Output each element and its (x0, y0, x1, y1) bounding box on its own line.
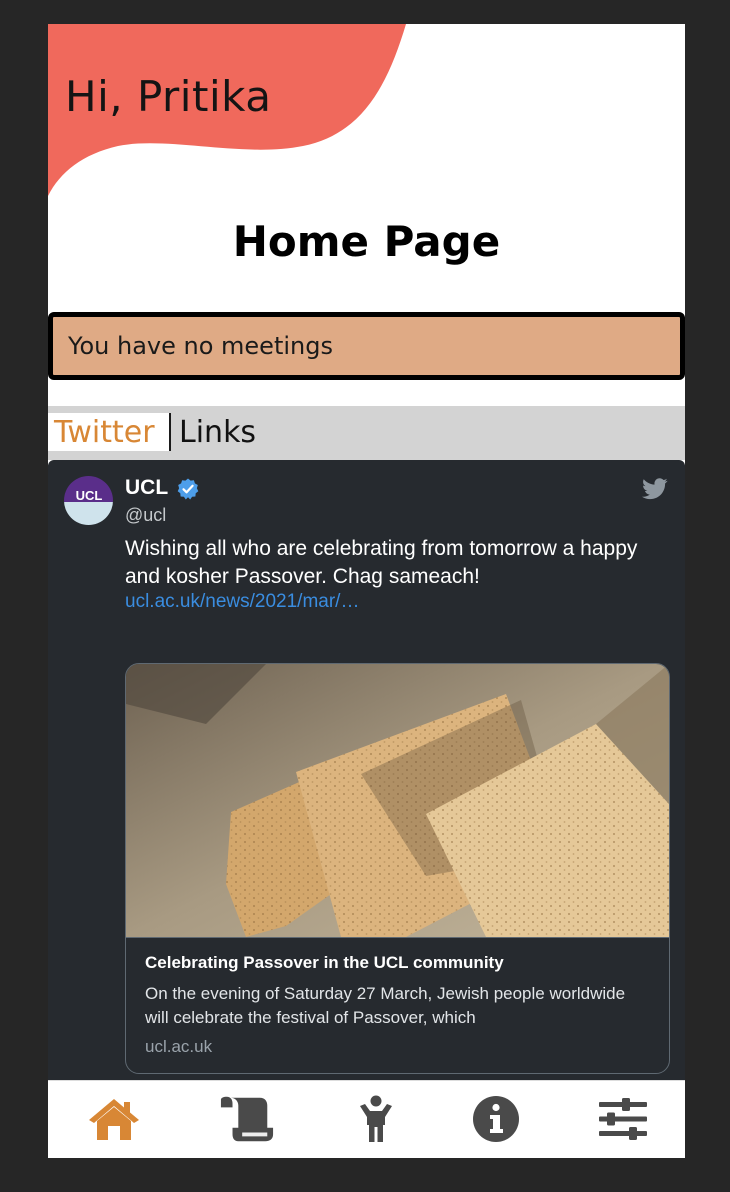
twitter-bird-icon[interactable] (642, 478, 668, 504)
person-icon (360, 1095, 392, 1142)
greeting-text: Hi, Pritika (65, 72, 272, 121)
tweet-account-name[interactable]: UCL (125, 476, 168, 500)
link-preview-card[interactable]: Celebrating Passover in the UCL communit… (125, 663, 670, 1074)
card-title[interactable]: Celebrating Passover in the UCL communit… (145, 953, 504, 973)
bottom-navigation (48, 1080, 685, 1158)
scroll-icon (220, 1096, 274, 1142)
page-title: Home Page (232, 217, 501, 266)
tweet-handle[interactable]: @ucl (125, 505, 166, 526)
svg-text:UCL: UCL (76, 488, 103, 503)
meetings-status-text: You have no meetings (68, 332, 333, 360)
nav-home-button[interactable] (86, 1093, 142, 1145)
tab-links[interactable]: Links (173, 413, 262, 451)
twitter-feed[interactable]: UCL UCL @ucl Wishing all who are celebra… (48, 460, 685, 1100)
ucl-avatar[interactable]: UCL (64, 476, 113, 525)
home-icon (89, 1099, 139, 1140)
nav-info-button[interactable] (468, 1093, 524, 1145)
tweet-text: Wishing all who are celebrating from tom… (125, 537, 638, 588)
card-domain: ucl.ac.uk (145, 1037, 213, 1056)
sliders-icon (599, 1098, 647, 1140)
info-icon (473, 1096, 519, 1142)
feed-tab-bar: Twitter Links (48, 406, 685, 460)
app-screen: Hi, Pritika Home Page You have no meetin… (48, 24, 685, 1158)
nav-scroll-button[interactable] (219, 1093, 275, 1145)
meetings-status-box: You have no meetings (48, 312, 685, 380)
nav-person-button[interactable] (348, 1093, 404, 1145)
tweet-link[interactable]: ucl.ac.uk/news/2021/mar/… (125, 591, 359, 613)
card-description: On the evening of Saturday 27 March, Jew… (145, 984, 626, 1027)
nav-settings-button[interactable] (595, 1093, 651, 1145)
tab-twitter[interactable]: Twitter (48, 413, 171, 451)
matzah-photo[interactable] (126, 664, 669, 938)
verified-badge-icon (176, 477, 200, 505)
